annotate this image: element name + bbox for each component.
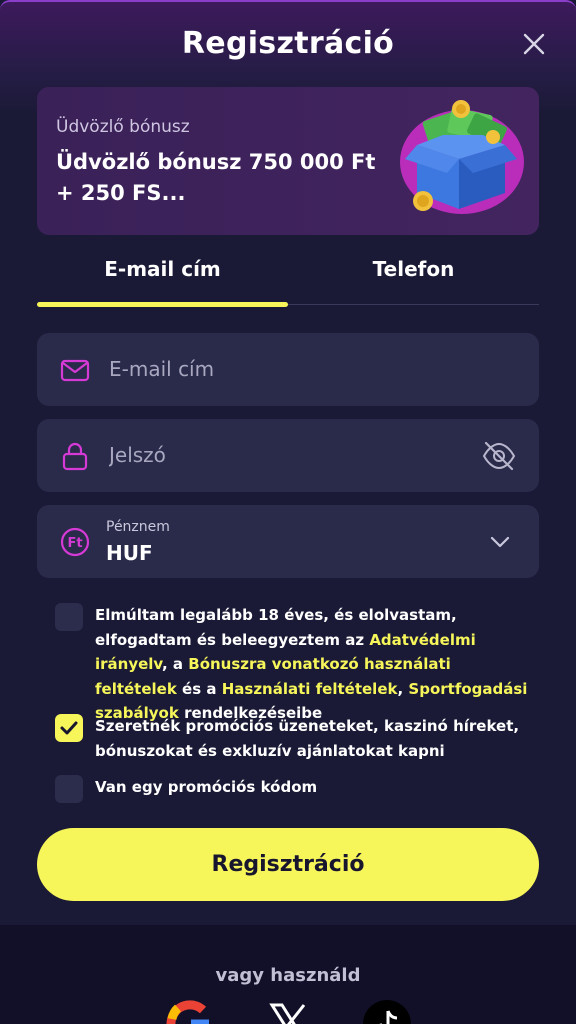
google-icon[interactable]	[165, 999, 215, 1024]
tab-active-indicator	[37, 302, 288, 307]
check-icon	[60, 721, 78, 735]
social-login-footer: vagy használd	[0, 925, 576, 1024]
consent-text-part: , a	[162, 655, 189, 673]
password-field	[37, 419, 539, 492]
page-title: Regisztráció	[181, 26, 395, 61]
eye-off-icon[interactable]	[481, 439, 517, 473]
gift-box-icon	[387, 97, 527, 222]
currency-value: HUF	[106, 541, 153, 565]
register-button[interactable]: Regisztráció	[37, 828, 539, 901]
lock-icon	[59, 440, 91, 472]
currency-select[interactable]: Ft Pénznem HUF	[37, 505, 539, 578]
registration-modal: Regisztráció Üdvözlő bónusz Üdvözlő bónu…	[0, 0, 576, 925]
close-icon[interactable]	[520, 30, 548, 58]
or-use-label: vagy használd	[215, 965, 361, 986]
consent-text-part: ,	[397, 679, 409, 698]
email-input[interactable]	[109, 351, 489, 387]
tab-phone[interactable]: Telefon	[288, 257, 539, 281]
tiktok-icon[interactable]	[362, 999, 412, 1024]
bonus-text: Üdvözlő bónusz 750 000 Ft + 250 FS...	[56, 150, 376, 205]
terms-of-use-link[interactable]: Használati feltételek	[222, 680, 398, 698]
forint-icon: Ft	[59, 526, 91, 558]
age-consent-checkbox[interactable]	[55, 603, 83, 631]
consent-text-part: és a	[176, 679, 222, 698]
svg-text:Ft: Ft	[67, 536, 82, 551]
currency-label: Pénznem	[106, 519, 170, 535]
bonus-label: Üdvözlő bónusz	[56, 117, 190, 137]
age-consent-text: Elmúltam legalább 18 éves, és elolvastam…	[95, 603, 535, 726]
promo-messages-text: Szeretnék promóciós üzeneteket, kaszinó …	[95, 717, 520, 760]
mail-icon	[59, 354, 91, 386]
promo-messages-checkbox[interactable]	[55, 714, 83, 742]
registration-tabs: E-mail cím Telefon	[37, 245, 539, 307]
x-icon[interactable]	[264, 999, 314, 1024]
password-input[interactable]	[109, 437, 489, 473]
chevron-down-icon[interactable]	[489, 531, 511, 553]
promo-code-text: Van egy promóciós kódom	[95, 778, 318, 796]
promo-code-checkbox[interactable]	[55, 775, 83, 803]
tab-email[interactable]: E-mail cím	[37, 257, 288, 281]
welcome-bonus-banner[interactable]: Üdvözlő bónusz Üdvözlő bónusz 750 000 Ft…	[37, 87, 539, 235]
email-field	[37, 333, 539, 406]
